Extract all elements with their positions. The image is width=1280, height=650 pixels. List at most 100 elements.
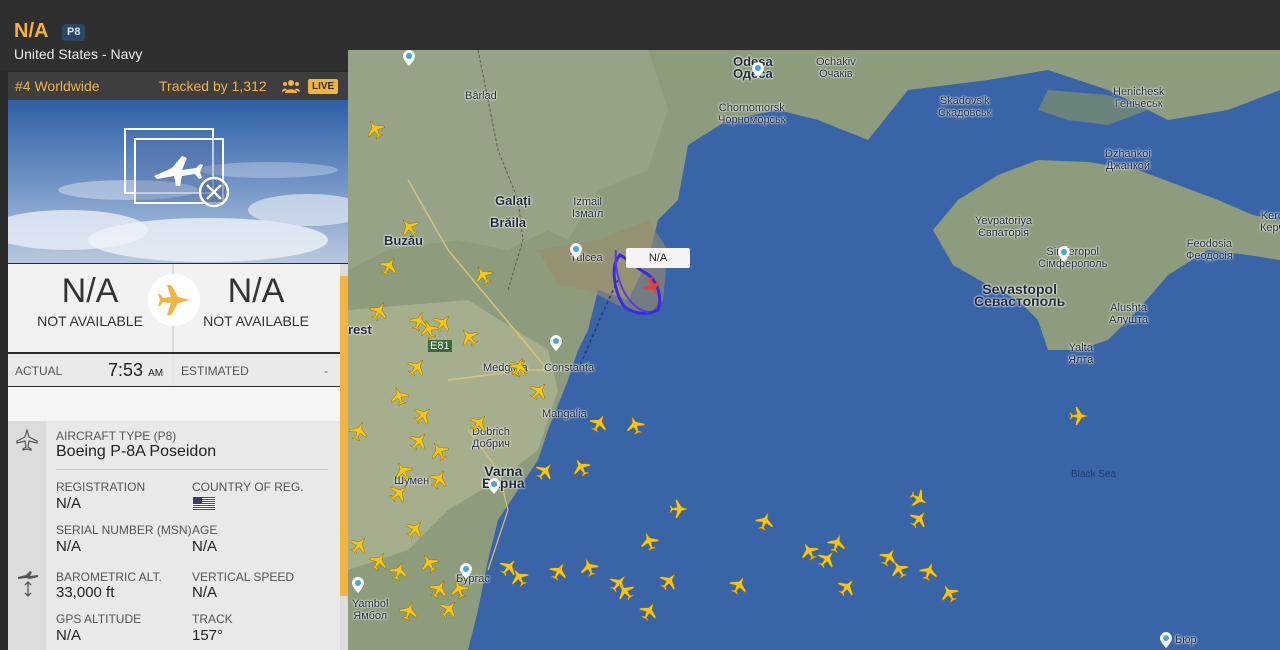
traffic-aircraft-icon[interactable] [508,356,530,378]
aircraft-photo-placeholder[interactable] [8,100,348,263]
traffic-aircraft-icon[interactable] [668,498,690,520]
traffic-aircraft-icon[interactable] [368,300,390,322]
map-label-chornomorsk: Chornomorsk Чорноморськ [718,102,786,126]
gps-altitude-label: GPS ALTITUDE [56,612,142,626]
location-pin-icon[interactable] [570,243,582,259]
details-icon-column [8,421,46,650]
aircraft-type-label: AIRCRAFT TYPE (P8) [56,429,176,443]
map-label-izmail: Izmail Ізмаїл [572,196,604,220]
estimated-label: ESTIMATED [181,364,249,378]
traffic-aircraft-icon[interactable] [836,576,858,598]
traffic-aircraft-icon[interactable] [588,412,610,434]
traffic-aircraft-icon[interactable] [908,488,930,510]
map-label-braila: Brăila [490,215,527,230]
traffic-aircraft-icon[interactable] [388,385,410,407]
traffic-aircraft-icon[interactable] [408,430,430,452]
map-label-skadovsk: Skadovs'k Скадовськ [938,95,992,119]
rank-text[interactable]: #4 Worldwide [15,78,100,94]
traffic-aircraft-icon[interactable] [412,404,434,426]
traffic-aircraft-icon[interactable] [392,460,414,482]
no-photo-icon [124,128,230,208]
traffic-aircraft-icon[interactable] [728,574,750,596]
traffic-aircraft-icon[interactable] [348,420,370,442]
traffic-aircraft-icon[interactable] [364,118,386,140]
traffic-aircraft-icon[interactable] [508,566,530,588]
traffic-aircraft-icon[interactable] [614,580,636,602]
traffic-aircraft-icon[interactable] [368,550,390,572]
traffic-aircraft-icon[interactable] [404,518,426,540]
map-label-feodosia: Feodosia Феодосія [1186,238,1233,262]
traffic-aircraft-icon[interactable] [908,508,930,530]
map-label-ochakiv: Ochakiv Очаків [816,56,856,80]
traffic-aircraft-icon[interactable] [638,530,660,552]
traffic-aircraft-icon[interactable] [528,380,550,402]
registration-value: N/A [56,495,82,512]
traffic-aircraft-icon[interactable] [888,558,910,580]
location-pin-icon[interactable] [1160,632,1172,648]
traffic-aircraft-icon[interactable] [472,264,494,286]
traffic-aircraft-icon[interactable] [428,440,450,462]
map-label-henichesk: Henichesk Генічеськ [1113,86,1165,110]
barometric-alt-label: BAROMETRIC ALT. [56,570,162,584]
traffic-aircraft-icon[interactable] [418,552,440,574]
map-label-mangalia: Mangalia [542,408,587,420]
selected-aircraft-label[interactable]: N/A [626,248,690,268]
location-pin-icon[interactable] [352,577,364,593]
time-box: ACTUAL 7:53 AM ESTIMATED - [8,354,340,386]
traffic-aircraft-icon[interactable] [570,456,592,478]
location-pin-icon[interactable] [403,50,415,66]
traffic-aircraft-icon[interactable] [378,255,400,277]
serial-value: N/A [56,538,82,555]
registration-label: REGISTRATION [56,480,146,494]
location-pin-icon[interactable] [550,335,562,351]
map-label-yalta: Yalta Ялта [1068,342,1094,366]
traffic-aircraft-icon[interactable] [578,556,600,578]
traffic-aircraft-icon[interactable] [388,482,410,504]
traffic-aircraft-icon[interactable] [1068,405,1090,427]
location-pin-icon[interactable] [752,62,764,78]
actual-time-value: 7:53 [108,360,144,380]
traffic-aircraft-icon[interactable] [534,460,556,482]
location-pin-icon[interactable] [488,478,500,494]
details-divider [56,469,328,470]
map-label-dzhankoi: Dzhankoi Джанкой [1105,148,1151,172]
aircraft-type-badge[interactable]: P8 [62,24,86,41]
location-pin-icon[interactable] [460,563,472,579]
traffic-aircraft-icon[interactable] [398,216,420,238]
aircraft-type-label-text: AIRCRAFT TYPE [56,429,151,443]
traffic-aircraft-icon[interactable] [348,534,370,556]
actual-time: 7:53 AM [108,360,163,381]
traffic-aircraft-icon[interactable] [458,326,480,348]
aircraft-type-value[interactable]: Boeing P-8A Poseidon [56,443,216,461]
traffic-aircraft-icon[interactable] [388,560,410,582]
traffic-aircraft-icon[interactable] [938,582,960,604]
traffic-aircraft-icon[interactable] [468,412,490,434]
traffic-aircraft-icon[interactable] [638,600,660,622]
location-pin-icon[interactable] [1058,246,1070,262]
traffic-aircraft-icon[interactable] [658,570,680,592]
map-label-black-sea: Black Sea [1071,469,1117,480]
airplane-icon [16,429,38,451]
map-label-yevpatoriya: Yevpatoriya Євпаторія [975,215,1033,239]
traffic-aircraft-icon[interactable] [624,414,646,436]
map-label-kerch: KercКерч [1260,210,1280,234]
traffic-aircraft-icon[interactable] [418,318,440,340]
age-label: AGE [192,523,218,537]
panel-scrollbar-thumb[interactable] [340,276,348,596]
actual-time-cell: ACTUAL 7:53 AM [8,354,172,386]
traffic-aircraft-icon[interactable] [428,578,450,600]
traffic-aircraft-icon[interactable] [448,578,470,600]
traffic-aircraft-icon[interactable] [826,532,848,554]
map[interactable]: N/A Odesa Одеса Ochakiv Очаків Chornomorsk… [348,50,1280,650]
traffic-aircraft-icon[interactable] [428,468,450,490]
map-label-galati: Galați [495,193,532,208]
traffic-aircraft-icon[interactable] [438,598,460,620]
traffic-aircraft-icon[interactable] [406,356,428,378]
traffic-aircraft-icon[interactable] [398,600,420,622]
operator-name[interactable]: United States - Navy [14,46,142,62]
traffic-aircraft-icon[interactable] [754,510,776,532]
traffic-aircraft-icon[interactable] [918,560,940,582]
traffic-aircraft-icon[interactable] [548,560,570,582]
vertical-speed-value: N/A [192,584,218,601]
panel-scrollbar[interactable] [340,264,348,650]
